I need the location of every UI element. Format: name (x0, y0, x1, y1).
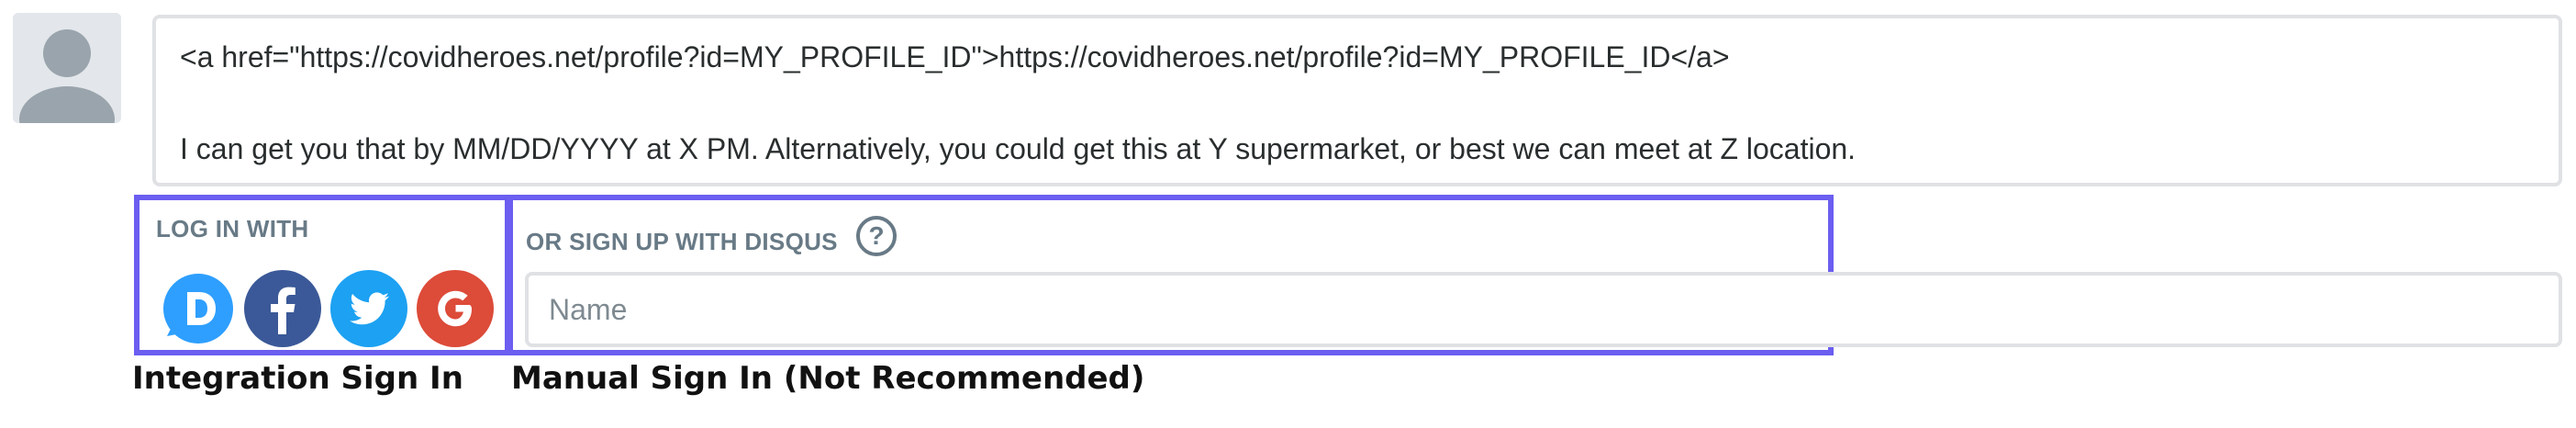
disqus-login-button[interactable] (158, 270, 235, 347)
login-with-heading: LOG IN WITH (156, 215, 309, 242)
avatar (13, 13, 121, 123)
disqus-icon (163, 274, 233, 344)
twitter-icon (330, 270, 407, 347)
name-input[interactable] (525, 272, 2562, 347)
comment-textarea[interactable]: <a href="https://covidheroes.net/profile… (152, 15, 2562, 186)
signup-heading: OR SIGN UP WITH DISQUS (526, 228, 838, 255)
comment-text-line: I can get you that by MM/DD/YYYY at X PM… (180, 132, 1857, 165)
question-mark-icon[interactable]: ? (856, 216, 897, 256)
facebook-login-button[interactable] (244, 270, 321, 347)
user-avatar-placeholder-icon (13, 13, 121, 123)
integration-sign-in-caption: Integration Sign In (132, 360, 463, 397)
login-with-section: LOG IN WITH (134, 195, 510, 355)
google-icon (417, 270, 494, 347)
twitter-login-button[interactable] (330, 270, 407, 347)
manual-sign-in-caption: Manual Sign In (Not Recommended) (511, 360, 1145, 397)
facebook-icon (244, 270, 321, 347)
comment-text-line: <a href="https://covidheroes.net/profile… (180, 40, 1730, 73)
google-login-button[interactable] (417, 270, 494, 347)
